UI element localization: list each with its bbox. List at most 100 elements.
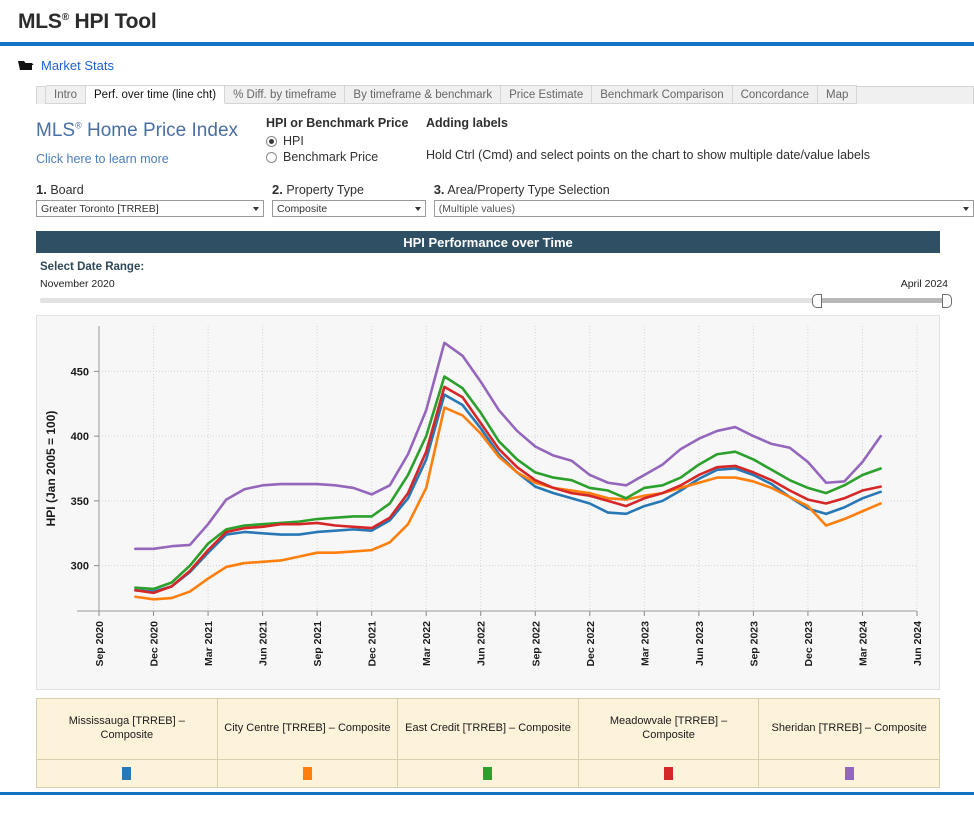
radio-benchmark-price-icon[interactable]: [266, 151, 277, 163]
svg-text:Mar 2023: Mar 2023: [639, 621, 651, 666]
filter-board-label-text: Board: [46, 183, 84, 197]
filter-property-type-number: 2.: [272, 182, 283, 197]
tab-perf-over-time[interactable]: Perf. over time (line cht): [86, 85, 226, 104]
date-range-slider-fill: [816, 298, 948, 303]
date-range-slider-handle-right[interactable]: [942, 294, 952, 308]
svg-text:Mar 2024: Mar 2024: [857, 621, 869, 666]
legend-swatch-cell: [398, 759, 578, 787]
tab-bar-left-spacer: [36, 86, 46, 104]
svg-text:Sep 2020: Sep 2020: [94, 621, 106, 667]
tab-map[interactable]: Map: [818, 85, 858, 104]
filter-area-selection: 3. Area/Property Type Selection (Multipl…: [433, 182, 974, 217]
hpi-brand-title: MLS® Home Price Index: [36, 120, 266, 142]
page-title-main: MLS: [18, 10, 62, 33]
date-range-slider-handle-left[interactable]: [812, 294, 822, 308]
chevron-down-icon-board[interactable]: [253, 206, 260, 211]
registered-mark-icon: ®: [61, 12, 69, 23]
board-select[interactable]: Greater Toronto [TRREB]: [36, 200, 265, 217]
chart-svg: 300 350 400 450 Sep 2020 Dec 2020 Mar 2021 Jun …: [44, 326, 924, 667]
area-selection-select-value: (Multiple values): [438, 202, 516, 215]
chart-title-band: HPI Performance over Time: [36, 231, 940, 253]
svg-text:Jun 2021: Jun 2021: [258, 621, 270, 666]
filter-area-selection-label: 3. Area/Property Type Selection: [434, 182, 974, 197]
filter-property-type-label: 2. Property Type: [272, 182, 426, 197]
legend-swatch-city-centre: [302, 767, 312, 780]
svg-text:Jun 2023: Jun 2023: [694, 621, 706, 666]
breadcrumb-link-market-stats[interactable]: Market Stats: [41, 58, 114, 73]
filter-board: 1. Board Greater Toronto [TRREB]: [36, 182, 265, 217]
tab-benchmark-comparison[interactable]: Benchmark Comparison: [592, 85, 733, 104]
svg-text:400: 400: [71, 431, 89, 443]
hpi-brand-title-main: MLS: [36, 120, 76, 141]
legend-swatch-cell: [578, 759, 759, 787]
filter-area-selection-label-text: Area/Property Type Selection: [444, 183, 610, 197]
tab-bar: Intro Perf. over time (line cht) % Diff.…: [36, 85, 974, 104]
tab-intro[interactable]: Intro: [46, 85, 87, 104]
svg-text:Jun 2024: Jun 2024: [912, 621, 924, 666]
tab-concordance[interactable]: Concordance: [732, 85, 819, 104]
property-type-select[interactable]: Composite: [272, 200, 426, 217]
svg-text:Dec 2020: Dec 2020: [149, 621, 161, 667]
legend-item-meadowvale[interactable]: Meadowvale [TRREB] – Composite: [578, 699, 760, 787]
svg-text:Mar 2022: Mar 2022: [421, 621, 433, 666]
radio-option-hpi[interactable]: HPI: [266, 134, 426, 148]
price-mode-title: HPI or Benchmark Price: [266, 116, 409, 130]
svg-text:Dec 2023: Dec 2023: [803, 621, 815, 667]
folder-icon: [18, 60, 34, 72]
legend-swatch-sheridan: [844, 767, 854, 780]
svg-text:350: 350: [71, 496, 89, 508]
legend-swatch-cell: [759, 759, 939, 787]
app-header: MLS® HPI Tool: [0, 0, 974, 34]
area-selection-select[interactable]: (Multiple values): [433, 200, 974, 217]
legend-item-mississauga[interactable]: Mississauga [TRREB] – Composite: [37, 699, 218, 787]
page-title: MLS® HPI Tool: [18, 10, 974, 34]
footer-divider: [0, 792, 974, 795]
svg-text:Sep 2021: Sep 2021: [312, 621, 324, 667]
tab-bar-right-spacer: [857, 86, 974, 104]
hpi-line-chart[interactable]: 300 350 400 450 Sep 2020 Dec 2020 Mar 2021 Jun …: [36, 315, 940, 690]
filter-property-type: 2. Property Type Composite: [272, 182, 426, 217]
legend-label: East Credit [TRREB] – Composite: [405, 722, 571, 735]
legend-item-city-centre[interactable]: City Centre [TRREB] – Composite: [217, 699, 399, 787]
date-range-control: Select Date Range: November 2020 April 2…: [40, 261, 952, 308]
svg-text:Dec 2022: Dec 2022: [585, 621, 597, 667]
legend-swatch-east-credit: [483, 767, 493, 780]
date-range-end-label: April 2024: [900, 278, 948, 290]
svg-text:Mar 2021: Mar 2021: [203, 621, 215, 666]
filter-area-selection-number: 3.: [433, 182, 445, 197]
tab-pct-diff-by-timeframe[interactable]: % Diff. by timeframe: [225, 85, 346, 104]
legend-label: City Centre [TRREB] – Composite: [224, 722, 391, 735]
chevron-down-icon-property-type[interactable]: [414, 206, 421, 211]
svg-text:HPI (Jan 2005 = 100): HPI (Jan 2005 = 100): [44, 411, 58, 527]
svg-text:Jun 2022: Jun 2022: [476, 621, 488, 666]
chevron-down-icon-area-selection[interactable]: [963, 206, 969, 211]
page-title-rest: HPI Tool: [68, 10, 157, 33]
board-select-value: Greater Toronto [TRREB]: [41, 202, 159, 215]
controls-panel: MLS® Home Price Index Click here to lear…: [0, 104, 974, 217]
legend-item-east-credit[interactable]: East Credit [TRREB] – Composite: [398, 699, 579, 787]
radio-benchmark-price-label: Benchmark Price: [283, 150, 379, 164]
learn-more-link[interactable]: Click here to learn more: [36, 152, 266, 166]
radio-hpi-label: HPI: [283, 134, 304, 148]
date-range-start-label: November 2020: [40, 278, 115, 290]
legend-label: Sheridan [TRREB] – Composite: [771, 722, 927, 735]
adding-labels-text: Hold Ctrl (Cmd) and select points on the…: [426, 148, 870, 162]
legend-item-sheridan[interactable]: Sheridan [TRREB] – Composite: [759, 699, 939, 787]
price-mode-group: HPI or Benchmark Price HPI Benchmark Pri…: [266, 112, 426, 166]
legend-swatch-cell: [37, 759, 217, 787]
legend-swatch-cell: [217, 759, 398, 787]
adding-labels-help: Adding labels Hold Ctrl (Cmd) and select…: [426, 112, 870, 166]
radio-hpi-icon[interactable]: [266, 135, 277, 147]
hpi-brand: MLS® Home Price Index Click here to lear…: [36, 112, 266, 166]
svg-text:300: 300: [71, 561, 89, 573]
date-range-slider[interactable]: [40, 293, 952, 308]
chart-legend: Mississauga [TRREB] – Composite City Cen…: [36, 698, 940, 788]
filter-board-number: 1.: [36, 182, 47, 197]
tab-price-estimate[interactable]: Price Estimate: [501, 85, 593, 104]
hpi-brand-title-rest: Home Price Index: [81, 120, 239, 141]
tab-by-timeframe-and-benchmark[interactable]: By timeframe & benchmark: [345, 85, 502, 104]
registered-mark-icon-brand: ®: [75, 120, 82, 131]
legend-swatch-mississauga: [122, 767, 132, 780]
radio-option-benchmark-price[interactable]: Benchmark Price: [266, 150, 426, 164]
svg-text:Sep 2022: Sep 2022: [530, 621, 542, 667]
